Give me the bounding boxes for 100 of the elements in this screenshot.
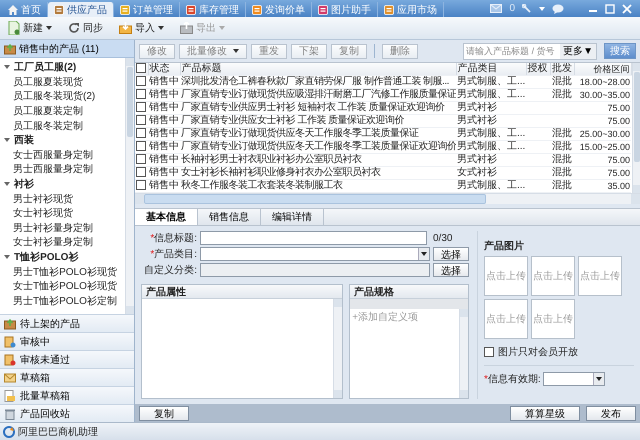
clipboard-icon xyxy=(4,354,16,366)
more-button[interactable]: 更多▼ xyxy=(560,44,596,58)
scrollbar[interactable] xyxy=(333,299,342,398)
checkbox[interactable] xyxy=(136,128,146,138)
tree-item[interactable]: 员工服冬装现货(2) xyxy=(0,89,125,104)
tree-node[interactable]: 工厂员工服(2) xyxy=(14,60,76,74)
column-header[interactable]: 价格区间 xyxy=(574,63,631,76)
sync-icon xyxy=(68,22,80,34)
scrollbar[interactable] xyxy=(135,193,640,204)
action-button[interactable]: 算算星级 xyxy=(510,406,580,420)
table-cell: 女士衬衫长袖衬衫职业修身衬衣办公室职员衬衣 xyxy=(180,166,456,180)
tree-item[interactable]: 员工服夏装定制 xyxy=(0,104,125,118)
app-icon xyxy=(186,4,196,14)
expanded-icon[interactable] xyxy=(4,137,10,144)
toolbar-button[interactable]: 同步 xyxy=(66,21,105,35)
expanded-icon[interactable] xyxy=(4,254,10,260)
house-icon xyxy=(8,4,18,14)
checkbox[interactable] xyxy=(136,63,146,74)
tab[interactable]: 销售信息 xyxy=(198,209,261,225)
tree-item[interactable]: 员工服冬装定制 xyxy=(0,118,125,133)
table-cell: 混批 xyxy=(550,128,574,140)
nav-tab[interactable]: 供应产品 xyxy=(48,2,114,17)
input-field[interactable] xyxy=(200,231,427,245)
table-cell: 男式衬衫 xyxy=(456,154,526,166)
checkbox[interactable] xyxy=(136,180,146,190)
export-icon xyxy=(180,22,193,34)
checkbox[interactable] xyxy=(136,141,146,152)
dropdown-field[interactable] xyxy=(200,247,430,261)
toolbar-button[interactable]: 导入 xyxy=(117,21,166,35)
tree-item[interactable]: 女士衬衫量身定制 xyxy=(0,235,125,250)
tree-item[interactable]: 女士衬衫现货 xyxy=(0,206,125,221)
app-icon xyxy=(252,4,262,14)
dropdown-field[interactable] xyxy=(542,372,605,386)
sidebar-item[interactable]: 草稿箱 xyxy=(0,368,134,386)
tab[interactable]: 编辑详情 xyxy=(261,209,324,225)
table-cell: 长袖衬衫男士衬衣职业衬衫办公室职员衬衣 xyxy=(180,154,456,166)
sidebar-item[interactable]: 待上架的产品 xyxy=(0,314,134,332)
sidebar-item[interactable]: 批量草稿箱 xyxy=(0,386,134,404)
tree-node[interactable]: T恤衫POLO衫 xyxy=(14,250,78,264)
column-header[interactable]: 授权 xyxy=(526,63,550,76)
sidebar-item[interactable]: 审核中 xyxy=(0,332,134,350)
section-title: 产品图片 xyxy=(484,240,525,253)
field-label: *产品类目: xyxy=(149,248,197,261)
checkbox[interactable] xyxy=(484,347,494,357)
sidebar-item[interactable]: 产品回收站 xyxy=(0,404,134,422)
maximize-icon[interactable] xyxy=(605,4,615,14)
tree-item[interactable]: 男士衬衫量身定制 xyxy=(0,220,125,236)
copy-button[interactable]: 复制 xyxy=(139,406,189,420)
select-button[interactable]: 选择 xyxy=(433,263,469,277)
tree-item[interactable]: 女士T恤衫POLO衫现货 xyxy=(0,278,125,294)
table-cell: 厂家直销专业订做现货供应冬天工作服冬季工装质量保证欢迎询价 xyxy=(180,140,456,154)
tree-item[interactable]: 员工服夏装现货 xyxy=(0,74,125,90)
tree-item[interactable]: 男士T恤衫POLO衫定制 xyxy=(0,294,125,308)
table-cell: 25.00~30.00 xyxy=(574,128,631,140)
table-cell: 男式衬衫 xyxy=(456,102,526,114)
checkbox[interactable] xyxy=(136,115,146,126)
tree-node[interactable]: 衬衫 xyxy=(14,177,34,192)
sidebar-item[interactable]: 审核未通过 xyxy=(0,350,134,368)
tree-item[interactable]: 男士T恤衫POLO衫现货 xyxy=(0,264,125,279)
table-cell: 男式制服、工... xyxy=(456,140,526,154)
mail-count: 0 xyxy=(509,3,515,14)
expanded-icon[interactable] xyxy=(4,181,10,188)
checkbox[interactable] xyxy=(136,76,146,86)
tree-item[interactable]: 女士西服量身定制 xyxy=(0,148,125,162)
panel-title: 产品属性 xyxy=(146,286,186,298)
search-field[interactable]: 请输入产品标题 / 货号 更多▼ xyxy=(463,42,597,60)
caret-icon xyxy=(596,377,602,381)
clipboard-icon xyxy=(4,336,16,348)
action-button[interactable]: 发布 xyxy=(586,406,636,420)
select-button[interactable]: 选择 xyxy=(433,247,469,261)
sidebar-item[interactable]: 销售中的产品 (11) xyxy=(0,40,134,58)
input-field[interactable] xyxy=(200,263,430,277)
scrollbar[interactable] xyxy=(125,58,134,314)
scrollbar[interactable] xyxy=(632,63,640,193)
checkbox[interactable] xyxy=(136,102,146,112)
wrench-icon[interactable] xyxy=(522,4,532,14)
app-icon xyxy=(54,4,64,14)
tree-item[interactable]: 男士西服量身定制 xyxy=(0,162,125,177)
app-icon xyxy=(318,4,328,14)
mail-icon[interactable] xyxy=(490,4,502,13)
table-cell: 混批 xyxy=(550,76,574,88)
logo-icon xyxy=(3,426,15,438)
column-header[interactable]: 状态 xyxy=(148,63,180,76)
expanded-icon[interactable] xyxy=(4,64,10,70)
scrollbar[interactable] xyxy=(459,309,468,398)
tab[interactable]: 基本信息 xyxy=(135,209,198,225)
toolbar-button[interactable]: 新建 xyxy=(6,21,54,35)
column-header[interactable]: 批发 xyxy=(550,63,574,76)
chat-icon[interactable] xyxy=(552,4,564,14)
checkbox[interactable] xyxy=(136,154,146,164)
table-cell: 30.00~35.00 xyxy=(574,88,631,102)
table-cell: 15.00~25.00 xyxy=(574,140,631,154)
tree-node[interactable]: 西装 xyxy=(14,133,34,148)
table-cell: 男式制服、工... xyxy=(456,76,526,88)
tree-item[interactable]: 男士衬衫现货 xyxy=(0,191,125,206)
close-icon[interactable] xyxy=(622,4,632,14)
table-cell: 75.00 xyxy=(574,102,631,114)
table-cell: 销售中 xyxy=(148,114,180,128)
checkbox[interactable] xyxy=(136,89,146,100)
checkbox[interactable] xyxy=(136,167,146,178)
